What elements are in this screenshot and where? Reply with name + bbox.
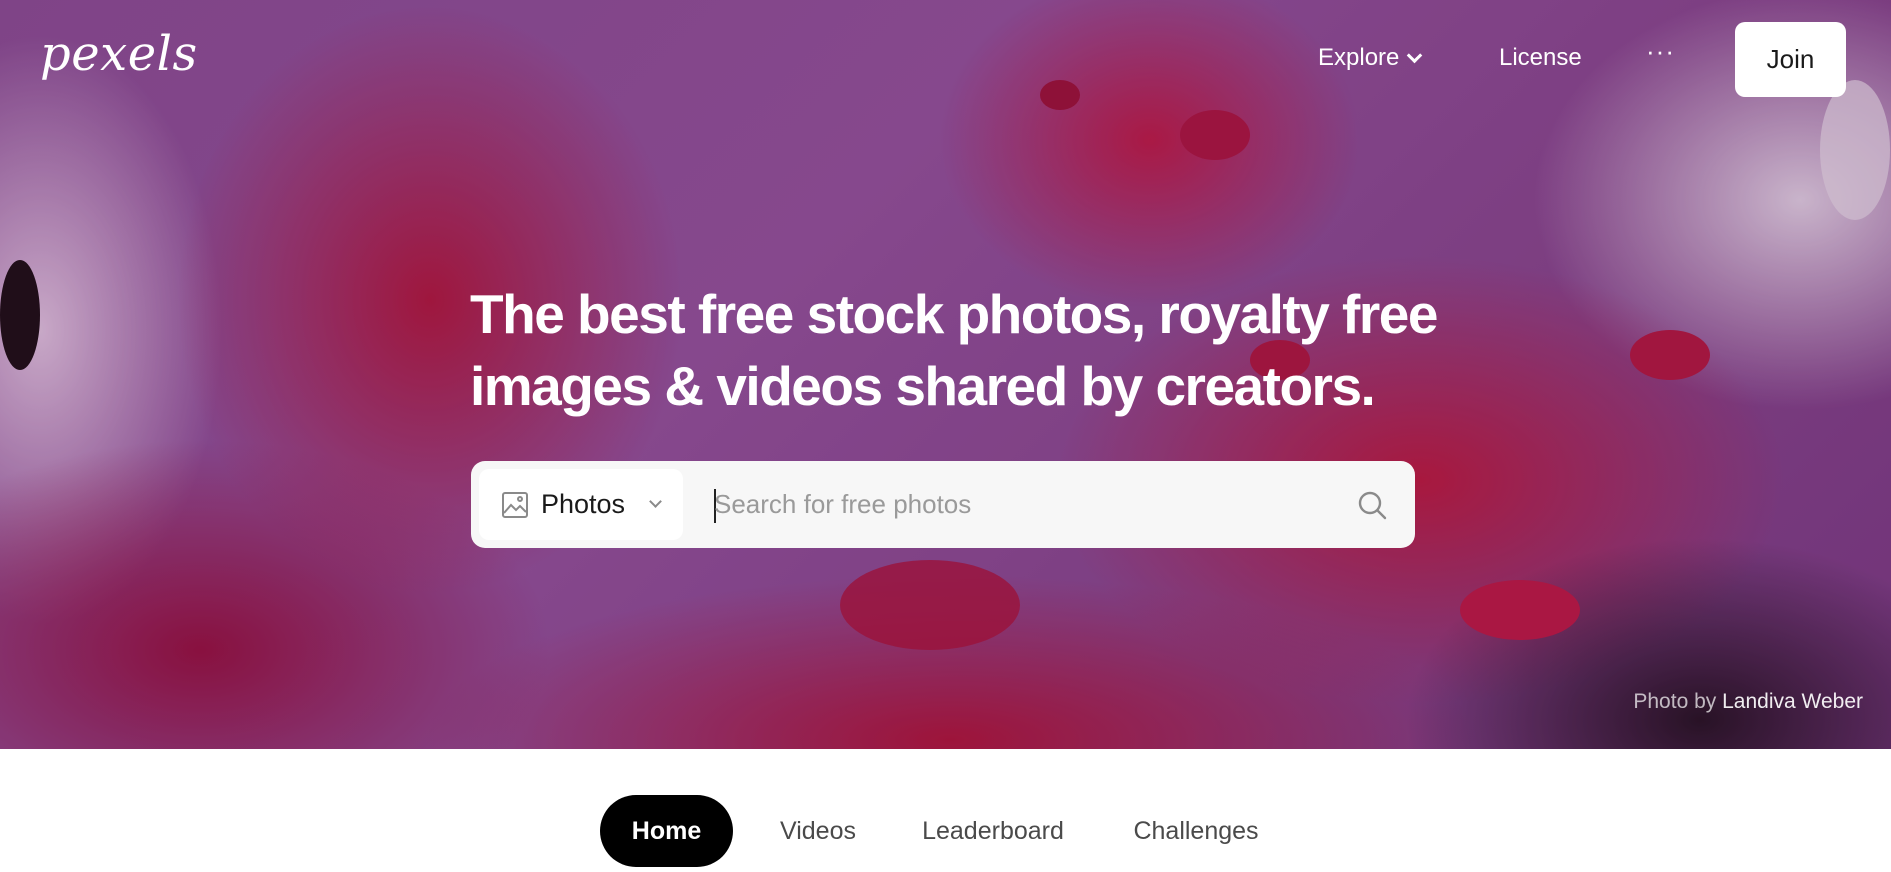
license-label: License — [1499, 44, 1582, 71]
headline-line-2: images & videos shared by creators. — [470, 355, 1376, 417]
top-navigation: pexels Explore License ··· Join — [0, 0, 1891, 120]
search-icon[interactable] — [1357, 490, 1387, 524]
paint-blob — [0, 260, 40, 370]
chevron-down-icon — [649, 495, 662, 508]
credit-prefix: Photo by — [1633, 690, 1717, 713]
headline-line-1: The best free stock photos, royalty free — [470, 283, 1438, 345]
media-type-select[interactable]: Photos — [479, 469, 683, 540]
join-button[interactable]: Join — [1735, 22, 1846, 97]
hero-headline: The best free stock photos, royalty free… — [470, 278, 1450, 422]
paint-blob — [1460, 580, 1580, 640]
more-dots-icon: ··· — [1646, 36, 1675, 66]
paint-blob — [840, 560, 1020, 650]
credit-author-link[interactable]: Landiva Weber — [1722, 690, 1863, 713]
tab-home[interactable]: Home — [600, 795, 733, 867]
explore-menu[interactable]: Explore — [1318, 44, 1423, 72]
paint-blob — [1630, 330, 1710, 380]
more-options-button[interactable]: ··· — [1646, 36, 1675, 67]
tab-challenges[interactable]: Challenges — [1116, 795, 1276, 867]
image-icon — [501, 491, 529, 519]
photo-credit: Photo by Landiva Weber — [1633, 690, 1863, 714]
search-input[interactable] — [714, 461, 1314, 548]
search-bar: Photos — [471, 461, 1415, 548]
tab-leaderboard[interactable]: Leaderboard — [908, 795, 1078, 867]
section-tabs: Home Videos Leaderboard Challenges — [0, 749, 1891, 872]
pexels-logo[interactable]: pexels — [40, 26, 198, 82]
explore-label: Explore — [1318, 44, 1400, 71]
media-type-label: Photos — [541, 489, 626, 519]
tab-videos[interactable]: Videos — [768, 795, 868, 867]
license-link[interactable]: License — [1499, 44, 1582, 72]
chevron-down-icon — [1407, 47, 1423, 63]
